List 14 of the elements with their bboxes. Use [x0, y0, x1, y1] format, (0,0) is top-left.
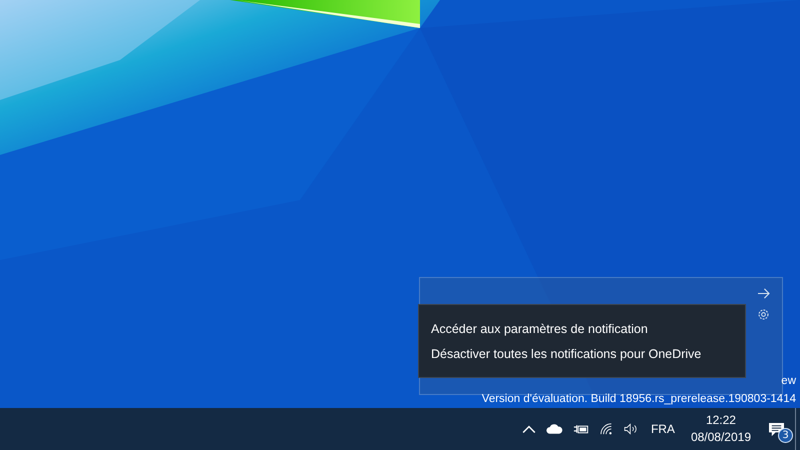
menu-item[interactable]: Désactiver toutes les notifications pour OneDrive: [431, 346, 702, 360]
watermark-text: Version d'évaluation. Build 18956.rs_prerelease.190803-1414: [482, 393, 796, 405]
speaker-icon[interactable]: [624, 423, 638, 435]
watermark-text: ew: [781, 375, 796, 387]
menu-item[interactable]: Accéder aux paramètres de notification: [431, 322, 648, 336]
arrow-icon[interactable]: [757, 288, 770, 299]
wifi-icon[interactable]: [600, 423, 614, 435]
chevron-up-icon[interactable]: [522, 423, 536, 435]
settings-icon[interactable]: [757, 308, 770, 321]
cloud-icon[interactable]: [546, 423, 563, 435]
notification-count-badge: 3: [778, 428, 793, 443]
language-indicator[interactable]: FRA: [650, 422, 675, 436]
battery-charging-icon[interactable]: [572, 423, 590, 435]
clock[interactable]: 12:22 08/08/2019: [690, 412, 751, 446]
